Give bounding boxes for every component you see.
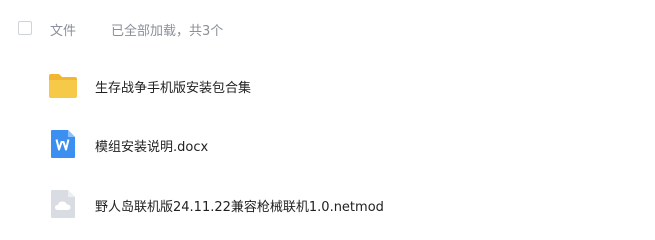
- column-title-file: 文件: [50, 24, 77, 39]
- load-status-text: 已全部加载，共3个: [111, 24, 224, 39]
- word-document-icon: [47, 128, 79, 160]
- file-list-header: 文件 已全部加载，共3个: [0, 0, 655, 58]
- file-name[interactable]: 野人岛联机版24.11.22兼容枪械联机1.0.netmod: [95, 196, 384, 215]
- file-name[interactable]: 生存战争手机版安装包合集: [95, 77, 251, 96]
- file-name[interactable]: 模组安装说明.docx: [95, 136, 208, 155]
- folder-icon: [47, 69, 79, 101]
- select-all-checkbox[interactable]: [18, 21, 32, 35]
- file-row-netmod[interactable]: 野人岛联机版24.11.22兼容枪械联机1.0.netmod: [0, 175, 655, 235]
- file-row-docx[interactable]: 模组安装说明.docx: [0, 116, 655, 176]
- cloud-file-icon: [47, 188, 79, 220]
- file-row-folder[interactable]: 生存战争手机版安装包合集: [0, 58, 655, 118]
